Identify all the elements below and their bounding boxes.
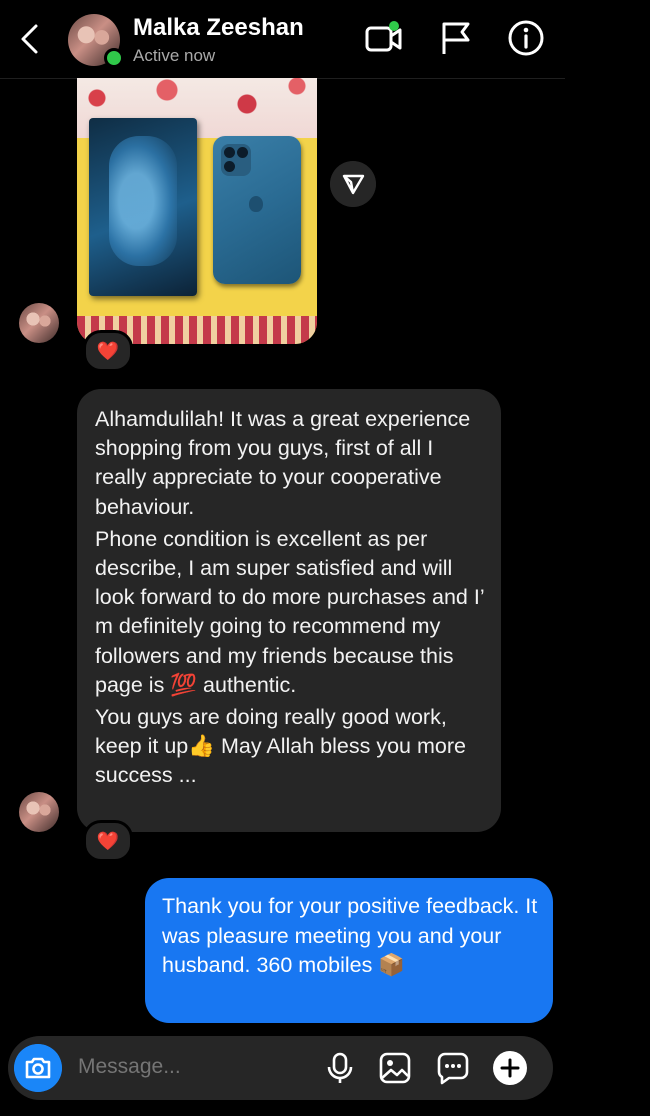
shared-photo-iphone[interactable] bbox=[77, 78, 317, 344]
info-icon[interactable] bbox=[506, 18, 546, 58]
message-paragraph: Alhamdulilah! It was a great experience … bbox=[95, 407, 471, 519]
online-status-dot bbox=[104, 48, 124, 68]
microphone-icon[interactable] bbox=[322, 1050, 358, 1086]
heart-reaction[interactable]: ❤️ bbox=[83, 330, 133, 372]
back-chevron-icon[interactable] bbox=[14, 22, 48, 56]
contact-name[interactable]: Malka Zeeshan bbox=[133, 14, 304, 42]
incoming-message-text: Alhamdulilah! It was a great experience … bbox=[95, 405, 490, 794]
sender-avatar[interactable] bbox=[19, 303, 59, 343]
share-icon[interactable] bbox=[330, 161, 376, 207]
gallery-icon[interactable] bbox=[377, 1050, 413, 1086]
outgoing-message-text: Thank you for your positive feedback. It… bbox=[162, 894, 538, 977]
photo-iphone bbox=[213, 136, 301, 284]
message-input[interactable] bbox=[78, 1055, 308, 1079]
flag-icon[interactable] bbox=[436, 18, 476, 58]
chat-header: Malka Zeeshan Active now bbox=[0, 0, 565, 79]
video-call-icon[interactable] bbox=[364, 18, 404, 58]
camera-icon[interactable] bbox=[14, 1044, 62, 1092]
sender-avatar[interactable] bbox=[19, 792, 59, 832]
photo-iphone-box bbox=[89, 118, 197, 296]
heart-reaction[interactable]: ❤️ bbox=[83, 820, 133, 862]
sticker-icon[interactable] bbox=[435, 1050, 471, 1086]
plus-icon[interactable] bbox=[492, 1050, 528, 1086]
activity-status: Active now bbox=[133, 46, 216, 65]
message-paragraph: You guys are doing really good work, kee… bbox=[95, 705, 466, 788]
message-paragraph: Phone condition is excellent as per desc… bbox=[95, 526, 484, 697]
incoming-message-bubble[interactable]: Alhamdulilah! It was a great experience … bbox=[77, 389, 501, 832]
outgoing-message-bubble[interactable]: Thank you for your positive feedback. It… bbox=[145, 878, 553, 1023]
message-composer bbox=[8, 1036, 553, 1100]
